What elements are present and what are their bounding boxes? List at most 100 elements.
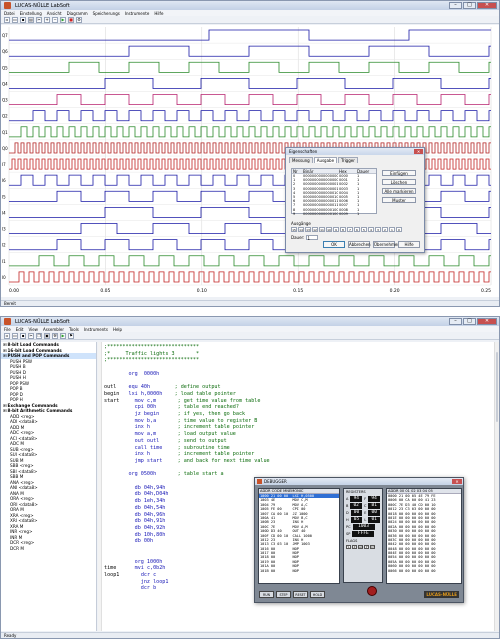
- output-bit-checkbox[interactable]: 7: [347, 227, 353, 232]
- code-line[interactable]: jmp start ; and back for next time value: [104, 458, 270, 465]
- output-bit-checkbox[interactable]: 6: [354, 227, 360, 232]
- output-bit-checkbox[interactable]: 8: [340, 227, 346, 232]
- stop-icon[interactable]: ■: [68, 16, 74, 23]
- save-icon[interactable]: ▪: [20, 16, 26, 23]
- output-bit-checkbox[interactable]: 5: [361, 227, 367, 232]
- code-line[interactable]: ;******************************: [104, 344, 270, 351]
- dialog-close-button[interactable]: ✕: [414, 149, 423, 154]
- zoom-out-icon[interactable]: −: [52, 16, 58, 23]
- debugger-button[interactable]: RESET: [293, 591, 308, 598]
- code-line[interactable]: db 00h: [104, 538, 270, 545]
- menu-item[interactable]: File: [4, 327, 11, 332]
- code-line[interactable]: [104, 545, 270, 552]
- code-line[interactable]: ;* Traffic lights 3 *: [104, 351, 270, 358]
- debugger-button[interactable]: STEP: [276, 591, 291, 598]
- code-line[interactable]: org 1000h: [104, 559, 270, 566]
- command-tree[interactable]: 8-bit Load Commands16-bit Load CommandsP…: [1, 342, 97, 631]
- output-bit-checkbox[interactable]: 9: [333, 227, 339, 232]
- code-line[interactable]: mov b,a ; time value to register B: [104, 418, 270, 425]
- dialog-side-button[interactable]: Löschen: [382, 179, 416, 185]
- dialog-tab[interactable]: Ausgabe: [313, 157, 338, 163]
- dialog-side-button[interactable]: Muster: [382, 197, 416, 203]
- code-line[interactable]: org 0500h ; table start a: [104, 471, 270, 478]
- dialog-side-button[interactable]: Einfügen: [382, 170, 416, 176]
- code-line[interactable]: [104, 478, 270, 485]
- save-icon[interactable]: ▪: [20, 332, 26, 339]
- output-bit-checkbox[interactable]: 13: [305, 227, 311, 232]
- code-line[interactable]: inx h ; increment table pointer: [104, 451, 270, 458]
- code-line[interactable]: dcr b: [104, 585, 270, 592]
- dialog-button[interactable]: Hilfe: [398, 241, 420, 248]
- memory-row[interactable]: 0066 00 00 00 00 00 00: [387, 569, 461, 573]
- code-line[interactable]: [104, 552, 270, 559]
- code-line[interactable]: out outl ; send to output: [104, 438, 270, 445]
- close-button[interactable]: ✕: [477, 2, 497, 9]
- menu-item[interactable]: Help: [113, 327, 122, 332]
- output-bit-checkbox[interactable]: 4: [368, 227, 374, 232]
- code-line[interactable]: jnz loop1: [104, 579, 270, 586]
- open-icon[interactable]: ▭: [12, 16, 18, 23]
- code-line[interactable]: call time ; subroutine time: [104, 445, 270, 452]
- dialog-tab[interactable]: Trigger: [338, 157, 358, 163]
- debugger-button[interactable]: HOLD: [310, 591, 325, 598]
- paste-icon[interactable]: ▣: [44, 332, 50, 339]
- duration-input[interactable]: 1: [306, 235, 319, 241]
- code-line[interactable]: time mvi c,0b2h: [104, 565, 270, 572]
- code-line[interactable]: inx h ; increment table pointer: [104, 424, 270, 431]
- cut-icon[interactable]: ✂: [36, 16, 42, 23]
- debugger-button[interactable]: RUN: [259, 591, 274, 598]
- menu-item[interactable]: Instrumente: [125, 11, 149, 16]
- new-icon[interactable]: ▫: [4, 332, 10, 339]
- minimize-button[interactable]: –: [449, 2, 462, 9]
- code-line[interactable]: mov a,m ; load output value: [104, 431, 270, 438]
- disassembly-row[interactable]: 101B 00 NOP: [259, 569, 339, 573]
- code-line[interactable]: [104, 465, 270, 472]
- memory-panel[interactable]: ADDR 00 01 02 03 04 05 0000 21 00 05 4E …: [386, 488, 462, 584]
- code-line[interactable]: start mov c,m ; get time value from tabl…: [104, 398, 270, 405]
- output-bit-checkbox[interactable]: 12: [312, 227, 318, 232]
- code-line[interactable]: cpi 00h ; table end reached?: [104, 404, 270, 411]
- print-icon[interactable]: ▤: [28, 16, 34, 23]
- output-bit-checkbox[interactable]: 0: [396, 227, 402, 232]
- menu-item[interactable]: View: [28, 327, 38, 332]
- dialog-side-button[interactable]: Alle markieren: [382, 188, 416, 194]
- power-knob[interactable]: [367, 586, 377, 596]
- copy-icon[interactable]: ❐: [36, 332, 42, 339]
- dialog-button[interactable]: OK: [323, 241, 345, 248]
- run-icon[interactable]: ▶: [60, 16, 66, 23]
- output-bit-checkbox[interactable]: 1: [389, 227, 395, 232]
- maximize-button[interactable]: □: [463, 2, 476, 9]
- code-line[interactable]: db 04h,92h: [104, 525, 270, 532]
- menu-item[interactable]: Assembler: [43, 327, 64, 332]
- menu-item[interactable]: Edit: [16, 327, 24, 332]
- menu-item[interactable]: Einstellung: [20, 11, 42, 16]
- code-line[interactable]: db 1eh,34h: [104, 498, 270, 505]
- code-line[interactable]: outl equ 40h ; define output: [104, 384, 270, 391]
- code-line[interactable]: [104, 364, 270, 371]
- output-bit-checkbox[interactable]: 15: [291, 227, 297, 232]
- source-code[interactable]: ;****************************** ;* Traffi…: [104, 344, 270, 592]
- output-bit-checkbox[interactable]: 11: [319, 227, 325, 232]
- menu-item[interactable]: Speicherungs: [93, 11, 120, 16]
- maximize-button[interactable]: □: [463, 318, 476, 325]
- dialog-tab[interactable]: Messung: [289, 157, 313, 163]
- settings-icon[interactable]: ⚙: [76, 16, 82, 23]
- code-line[interactable]: loop1 dcr c: [104, 572, 270, 579]
- tree-group[interactable]: PUSH and POP Commands: [1, 353, 96, 359]
- dialog-button[interactable]: Abbrechen: [348, 241, 371, 248]
- cut-icon[interactable]: ✂: [28, 332, 34, 339]
- minimize-button[interactable]: –: [449, 318, 462, 325]
- debugger-close-button[interactable]: ✕: [452, 479, 462, 484]
- disassembly-panel[interactable]: ADDR CODE MNEMONIC 1000 21 00 00 LXI H,0…: [258, 488, 340, 584]
- output-bit-checkbox[interactable]: 10: [326, 227, 332, 232]
- run-icon[interactable]: ▶: [60, 332, 66, 339]
- menu-item[interactable]: Datei: [4, 11, 15, 16]
- menu-item[interactable]: Instruments: [84, 327, 108, 332]
- menu-item[interactable]: Tools: [69, 327, 79, 332]
- code-line[interactable]: jz begin ; if yes, then go back: [104, 411, 270, 418]
- code-line[interactable]: ;******************************: [104, 357, 270, 364]
- pattern-table[interactable]: Nr Binär Hex Dauer 0 00000000000000000 000…: [291, 168, 377, 216]
- dialog-button[interactable]: Übernehmen: [373, 241, 400, 248]
- pattern-row[interactable]: 9 00000000000001001 0009 1: [292, 212, 376, 216]
- code-line[interactable]: db 04h,54h: [104, 505, 270, 512]
